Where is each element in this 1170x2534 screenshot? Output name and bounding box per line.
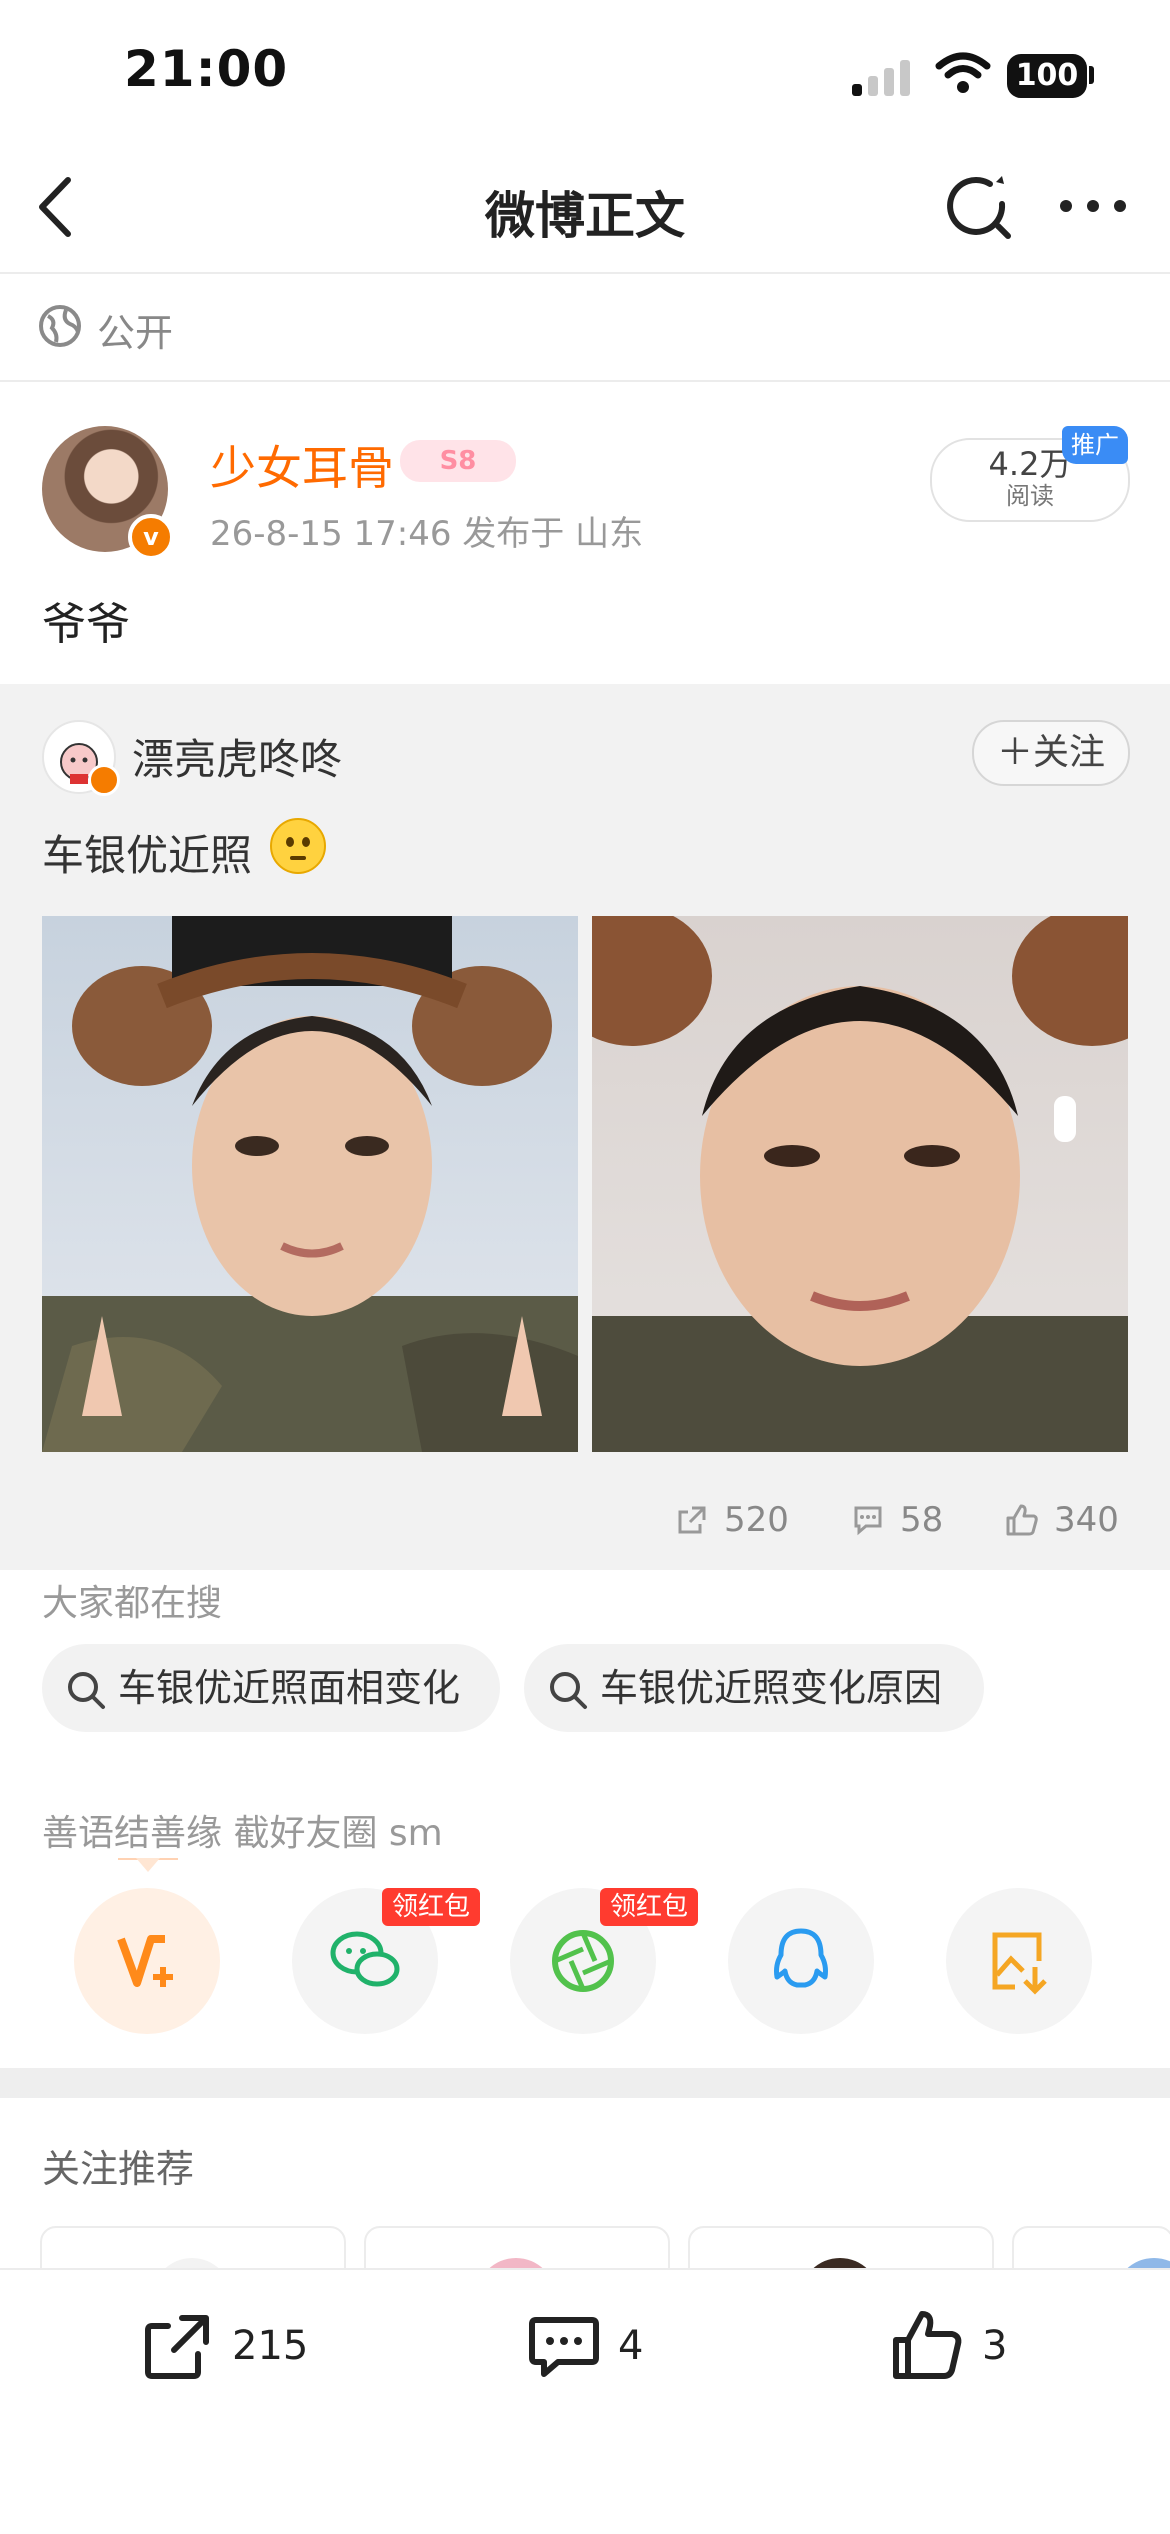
- thinking-emoji-icon: [270, 818, 326, 874]
- search-chip-1[interactable]: 车银优近照面相变化: [42, 1644, 500, 1732]
- battery-tip: [1089, 66, 1094, 84]
- comment-button[interactable]: 4: [524, 2306, 643, 2386]
- share-indicator-arrow: [136, 1858, 160, 1872]
- comment-icon: [854, 1506, 882, 1536]
- share-slogan: 善语结善缘 截好友圈 sm: [42, 1813, 443, 1854]
- recommend-title: 关注推荐: [42, 2147, 195, 2191]
- repost-like-stat[interactable]: 340: [1004, 1500, 1119, 1547]
- repost-icon: [145, 2315, 209, 2379]
- search-icon: [68, 1672, 105, 1709]
- cellular-signal-icon: [852, 56, 912, 96]
- repost-like-count: 340: [1054, 1500, 1119, 1540]
- globe-icon: [39, 305, 81, 347]
- wifi-icon: [935, 52, 991, 93]
- follow-button[interactable]: ＋关注: [972, 720, 1130, 786]
- refresh-search-icon[interactable]: [946, 174, 1014, 242]
- repost-share-stat[interactable]: 520: [674, 1500, 789, 1547]
- read-label: 阅读: [1006, 482, 1054, 510]
- share-icon: [678, 1506, 706, 1534]
- search-chip-2[interactable]: 车银优近照变化原因: [524, 1644, 984, 1732]
- repost-button[interactable]: 215: [138, 2306, 308, 2386]
- like-count: 3: [982, 2323, 1008, 2369]
- like-icon: [893, 2311, 962, 2379]
- repost-verified-icon: [88, 764, 120, 796]
- qq-icon: [774, 1928, 828, 1988]
- vplus-icon: [117, 1935, 173, 1987]
- more-options-icon[interactable]: [1058, 196, 1128, 216]
- repost-share-count: 520: [724, 1500, 789, 1540]
- save-image-icon: [992, 1932, 1047, 1995]
- promo-badge: 推广: [1062, 426, 1128, 464]
- section-gap: [0, 2068, 1170, 2098]
- member-level-badge: S8: [400, 440, 516, 482]
- repost-photo-2[interactable]: [592, 916, 1128, 1452]
- redpacket-badge-moments: 领红包: [600, 1888, 699, 1926]
- comment-bubble-icon: [529, 2317, 599, 2377]
- battery-indicator: 100: [1007, 54, 1087, 98]
- save-image-button[interactable]: [946, 1888, 1092, 2034]
- trending-searches-heading: 大家都在搜: [42, 1583, 223, 1624]
- like-button[interactable]: 3: [888, 2306, 1007, 2386]
- redpacket-badge-wechat: 领红包: [382, 1888, 481, 1926]
- search-icon: [550, 1672, 587, 1709]
- repost-photo-1[interactable]: [42, 916, 578, 1452]
- status-time: 21:00: [124, 40, 289, 98]
- wechat-icon: [330, 1931, 400, 1987]
- nav-divider: [0, 272, 1170, 274]
- comment-count: 4: [618, 2323, 644, 2369]
- post-meta: 26-8-15 17:46 发布于 山东: [210, 514, 644, 554]
- visibility-divider: [0, 380, 1170, 382]
- repost-comment-stat[interactable]: 58: [850, 1500, 943, 1547]
- post-text: 爷爷: [42, 599, 130, 650]
- repost-count: 215: [232, 2323, 309, 2369]
- repost-text: 车银优近照: [42, 831, 253, 880]
- search-chip-label: 车银优近照变化原因: [600, 1666, 943, 1710]
- repost-comment-count: 58: [900, 1500, 944, 1540]
- author-name[interactable]: 少女耳骨: [210, 432, 394, 498]
- moments-icon: [552, 1930, 614, 1992]
- visibility-label: 公开: [97, 311, 174, 355]
- repost-author-name[interactable]: 漂亮虎咚咚: [132, 726, 342, 787]
- share-weibo-button[interactable]: [74, 1888, 220, 2034]
- thumbs-up-icon: [1006, 1504, 1038, 1536]
- verified-badge-icon: v: [128, 514, 174, 560]
- share-qq-button[interactable]: [728, 1888, 874, 2034]
- search-chip-label: 车银优近照面相变化: [118, 1666, 461, 1710]
